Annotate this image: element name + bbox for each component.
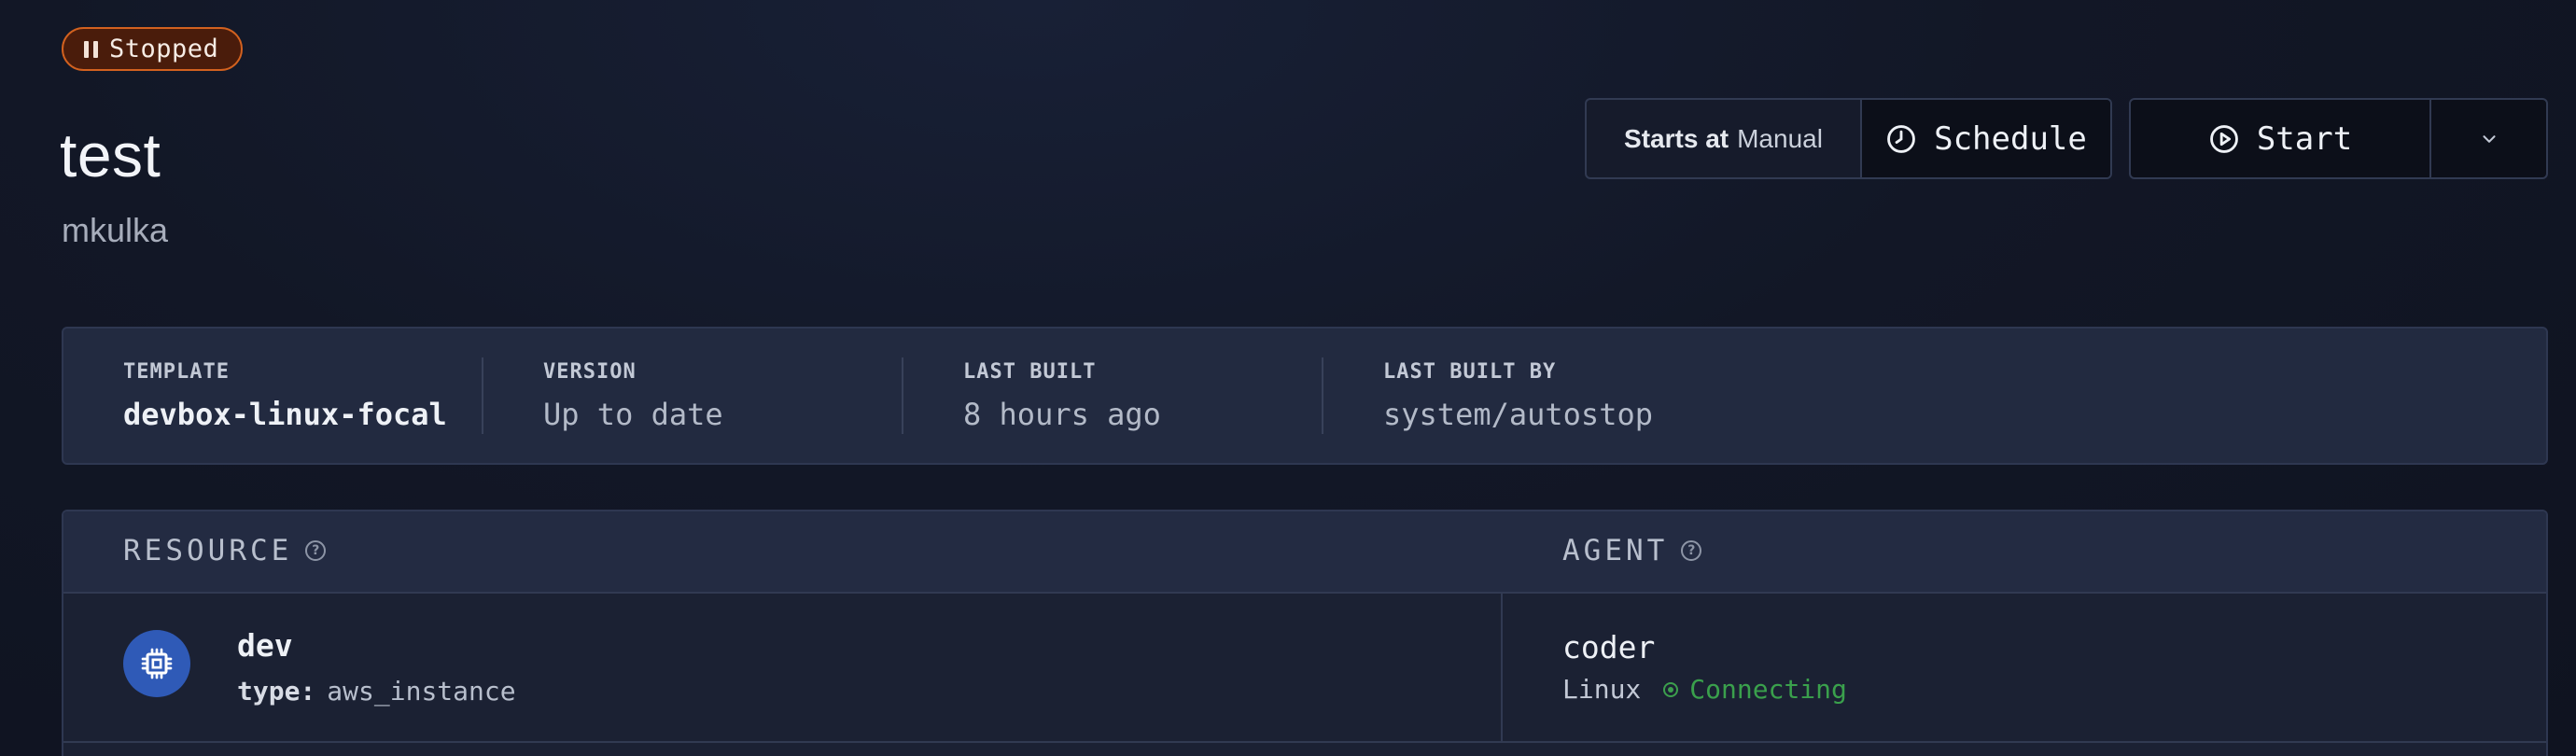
row-divider (63, 741, 2546, 743)
agent-os: Linux (1562, 674, 1642, 705)
starts-at-value: Manual (1737, 123, 1823, 153)
stat-last-built: LAST BUILT 8 hours ago (903, 357, 1323, 434)
workspace-title: test (60, 120, 161, 189)
status-badge: Stopped (62, 27, 244, 71)
stat-label: VERSION (543, 359, 637, 384)
stat-last-built-by: LAST BUILT BY system/autostop (1323, 357, 1790, 434)
status-label: Stopped (109, 35, 219, 63)
start-controls: Start (2129, 98, 2548, 179)
stat-value: system/autostop (1383, 396, 1653, 432)
table-row: dev type: aws_instance coder Linux Connec… (63, 594, 2546, 743)
schedule-controls: Starts at Manual Schedule (1585, 98, 2112, 179)
help-icon[interactable]: ? (1681, 540, 1702, 561)
resources-table: RESOURCE ? AGENT ? dev type: aws_instance… (62, 510, 2548, 756)
resource-type-value: aws_instance (327, 676, 516, 707)
stat-label: LAST BUILT BY (1383, 359, 1557, 384)
resource-avatar (123, 630, 190, 697)
play-circle-icon (2209, 124, 2238, 153)
template-link[interactable]: devbox-linux-focal (123, 397, 482, 432)
cpu-icon (141, 648, 173, 679)
start-label: Start (2256, 119, 2353, 158)
clock-icon (1887, 124, 1915, 153)
resource-column-header: RESOURCE ? (123, 534, 327, 567)
stat-template: TEMPLATE devbox-linux-focal (63, 357, 483, 434)
agent-name: coder (1562, 629, 1656, 665)
stat-label: TEMPLATE (123, 359, 230, 384)
schedule-button[interactable]: Schedule (1862, 100, 2110, 177)
workspace-owner: mkulka (62, 211, 169, 249)
help-icon[interactable]: ? (305, 540, 327, 561)
schedule-label: Schedule (1934, 119, 2087, 158)
stat-value: 8 hours ago (963, 396, 1161, 432)
agent-meta: Linux Connecting (1562, 674, 1847, 705)
workspace-stats: TEMPLATE devbox-linux-focal VERSION Up t… (62, 327, 2548, 465)
resource-type: type: aws_instance (237, 676, 516, 707)
start-options-dropdown[interactable] (2431, 100, 2546, 177)
table-header: RESOURCE ? AGENT ? (63, 511, 2546, 594)
resource-header-label: RESOURCE (123, 534, 293, 567)
stat-version: VERSION Up to date (483, 357, 903, 434)
column-divider (1501, 594, 1503, 743)
chevron-down-icon (2482, 134, 2496, 143)
start-button[interactable]: Start (2131, 100, 2431, 177)
agent-column-header: AGENT ? (1562, 534, 1702, 567)
agent-header-label: AGENT (1562, 534, 1669, 567)
stat-label: LAST BUILT (963, 359, 1097, 384)
starts-at-label: Starts at (1624, 123, 1729, 153)
pause-icon (84, 40, 98, 58)
resource-type-label: type: (237, 676, 316, 707)
resource-name: dev (237, 627, 293, 664)
connecting-status-icon (1663, 681, 1679, 697)
agent-status: Connecting (1689, 674, 1847, 705)
starts-at-display: Starts at Manual (1587, 100, 1862, 177)
stat-value: Up to date (543, 396, 723, 432)
